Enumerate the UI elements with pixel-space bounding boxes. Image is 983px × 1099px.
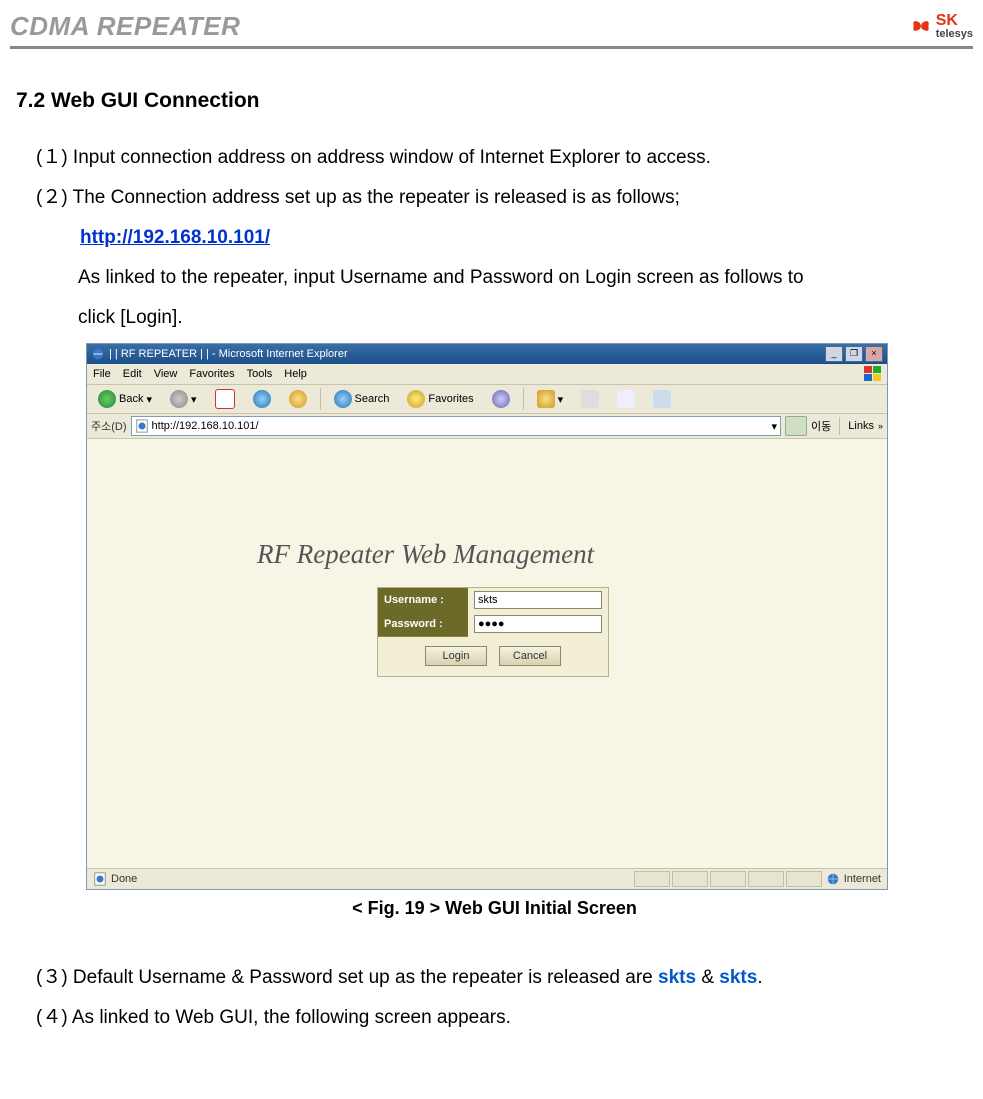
chevron-down-icon[interactable]: ▾ (772, 420, 778, 433)
separator (839, 417, 840, 435)
ie-title-bar: | | RF REPEATER | | - Microsoft Internet… (87, 344, 887, 364)
menu-view[interactable]: View (154, 368, 178, 380)
status-segments (634, 871, 822, 887)
search-label: Search (355, 393, 390, 405)
list-item-3: (３) Default Username & Password set up a… (16, 959, 973, 997)
ie-menu-bar: File Edit View Favorites Tools Help (87, 364, 887, 385)
media-icon (492, 390, 510, 408)
forward-button[interactable]: ▾ (163, 387, 204, 411)
chevron-down-icon: ▾ (191, 393, 197, 406)
minimize-button[interactable]: _ (825, 346, 843, 362)
document-body: 7.2 Web GUI Connection (１) Input connect… (10, 49, 973, 1037)
misc-icon (653, 390, 671, 408)
misc-button[interactable] (646, 387, 678, 411)
search-icon (334, 390, 352, 408)
print-button[interactable] (574, 387, 606, 411)
print-icon (581, 390, 599, 408)
star-icon (407, 390, 425, 408)
page-heading: RF Repeater Web Management (257, 539, 594, 570)
globe-icon (826, 872, 840, 886)
menu-file[interactable]: File (93, 368, 111, 380)
logo-telesys-text: telesys (936, 29, 973, 40)
menu-tools[interactable]: Tools (247, 368, 273, 380)
ie-toolbar: Back ▾ ▾ Search Favorites (87, 385, 887, 414)
ie-status-bar: Done Internet (87, 868, 887, 889)
butterfly-icon (910, 15, 932, 37)
chevron-down-icon: ▾ (146, 393, 152, 406)
menu-favorites[interactable]: Favorites (189, 368, 234, 380)
section-title: 7.2 Web GUI Connection (16, 89, 973, 113)
status-text: Done (111, 873, 137, 885)
back-button[interactable]: Back ▾ (91, 387, 159, 411)
go-label: 이동 (811, 418, 831, 434)
close-button[interactable]: × (865, 346, 883, 362)
paragraph-line-b: click [Login]. (16, 299, 973, 337)
forward-icon (170, 390, 188, 408)
ie-window-title: | | RF REPEATER | | - Microsoft Internet… (109, 348, 348, 360)
username-input[interactable] (474, 591, 602, 609)
links-label[interactable]: Links (848, 420, 874, 432)
refresh-button[interactable] (246, 387, 278, 411)
document-page: CDMA REPEATER SK telesys 7.2 Web GUI Con… (0, 0, 983, 1099)
menu-edit[interactable]: Edit (123, 368, 142, 380)
page-icon (135, 419, 149, 433)
maximize-button[interactable]: ❐ (845, 346, 863, 362)
menu-help[interactable]: Help (284, 368, 307, 380)
window-controls: _ ❐ × (825, 346, 883, 362)
page-header: CDMA REPEATER SK telesys (10, 0, 973, 44)
toolbar-separator (320, 388, 321, 410)
ie-screenshot: | | RF REPEATER | | - Microsoft Internet… (86, 343, 888, 890)
item3-prefix: (３) Default Username & Password set up a… (36, 967, 658, 988)
ie-app-icon (91, 347, 105, 361)
done-icon (93, 872, 107, 886)
paragraph-line-a: As linked to the repeater, input Usernam… (16, 259, 973, 297)
list-item-4: (４) As linked to Web GUI, the following … (16, 999, 973, 1037)
windows-flag-icon (863, 365, 883, 383)
back-label: Back (119, 393, 143, 405)
cancel-button[interactable]: Cancel (499, 646, 561, 666)
address-url: http://192.168.10.101/ (152, 420, 259, 432)
go-button[interactable] (785, 416, 807, 436)
search-button[interactable]: Search (327, 387, 397, 411)
home-icon (289, 390, 307, 408)
links-chevron[interactable]: » (878, 421, 883, 431)
default-password: skts (719, 967, 757, 988)
default-username: skts (658, 967, 696, 988)
edit-button[interactable] (610, 387, 642, 411)
chevron-down-icon: ▾ (558, 393, 564, 406)
item3-suffix: . (757, 967, 762, 988)
ie-content-area: RF Repeater Web Management Username : Pa… (87, 439, 887, 868)
password-input[interactable] (474, 615, 602, 633)
toolbar-separator (523, 388, 524, 410)
list-item-2: (２) The Connection address set up as the… (16, 179, 973, 217)
password-label: Password : (378, 612, 468, 637)
address-input[interactable]: http://192.168.10.101/ ▾ (131, 416, 782, 436)
address-label: 주소(D) (91, 418, 127, 434)
list-item-1: (１) Input connection address on address … (16, 139, 973, 177)
connection-url: http://192.168.10.101/ (16, 219, 973, 257)
username-label: Username : (378, 588, 468, 613)
mail-icon (537, 390, 555, 408)
back-icon (98, 390, 116, 408)
edit-icon (617, 390, 635, 408)
mail-button[interactable]: ▾ (530, 387, 571, 411)
sk-telesys-logo: SK telesys (853, 8, 973, 44)
refresh-icon (253, 390, 271, 408)
header-title: CDMA REPEATER (10, 11, 240, 44)
stop-icon (215, 389, 235, 409)
ie-address-bar: 주소(D) http://192.168.10.101/ ▾ 이동 Links … (87, 414, 887, 439)
home-button[interactable] (282, 387, 314, 411)
login-button[interactable]: Login (425, 646, 487, 666)
favorites-button[interactable]: Favorites (400, 387, 480, 411)
figure-caption: < Fig. 19 > Web GUI Initial Screen (16, 898, 973, 919)
logo-sk-text: SK (936, 13, 973, 29)
item3-mid: & (696, 967, 719, 988)
favorites-label: Favorites (428, 393, 473, 405)
zone-label: Internet (844, 873, 881, 885)
login-panel: Username : Password : Login Cancel (377, 587, 609, 677)
media-button[interactable] (485, 387, 517, 411)
stop-button[interactable] (208, 387, 242, 411)
connection-link[interactable]: http://192.168.10.101/ (80, 227, 270, 248)
